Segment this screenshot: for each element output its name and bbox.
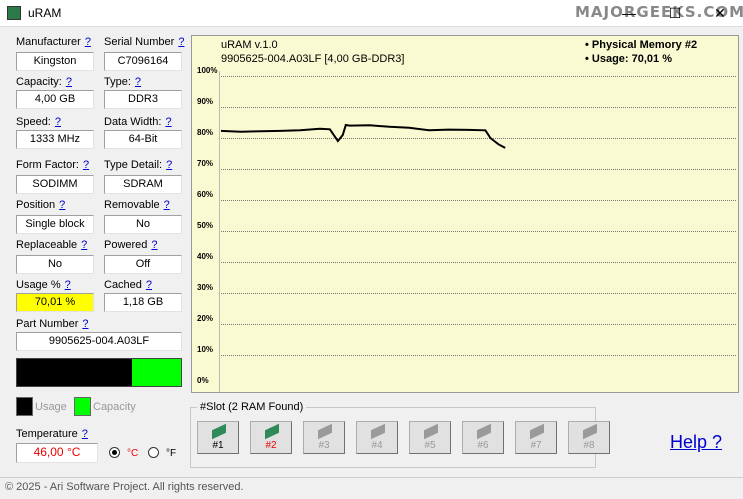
- part-number-label: Part Number?: [16, 318, 89, 330]
- slot-button-2[interactable]: #2: [250, 421, 292, 454]
- usage-legend-swatch: [16, 397, 33, 416]
- app-icon: [7, 6, 21, 20]
- ram-module-icon: [318, 423, 332, 440]
- help-manufacturer[interactable]: ?: [85, 36, 91, 48]
- window-title: uRAM: [28, 6, 62, 20]
- part-number-field: 9905625-004.A03LF: [16, 332, 182, 351]
- close-button[interactable]: ✕: [697, 0, 743, 27]
- capacity-label: Capacity:?: [16, 76, 72, 88]
- help-position[interactable]: ?: [59, 199, 65, 211]
- usage-field: 70,01 %: [16, 293, 94, 312]
- help-capacity[interactable]: ?: [66, 76, 72, 88]
- speed-field: 1333 MHz: [16, 130, 94, 149]
- ram-module-icon: [583, 423, 597, 440]
- maximize-button[interactable]: ☐: [652, 0, 698, 27]
- ram-module-icon: [477, 423, 491, 440]
- help-type-detail[interactable]: ?: [166, 159, 172, 171]
- usage-bar-fill: [17, 359, 132, 386]
- capacity-legend-label: Capacity: [93, 401, 136, 413]
- slot-button-4: #4: [356, 421, 398, 454]
- serial-number-field: C7096164: [104, 52, 182, 71]
- form-factor-label: Form Factor:?: [16, 159, 90, 171]
- cached-label: Cached?: [104, 279, 153, 291]
- help-replaceable[interactable]: ?: [81, 239, 87, 251]
- slot-button-1[interactable]: #1: [197, 421, 239, 454]
- slot-label: #5: [424, 440, 436, 451]
- manufacturer-label: Manufacturer?: [16, 36, 91, 48]
- help-temperature[interactable]: ?: [82, 428, 88, 440]
- help-serial-number[interactable]: ?: [178, 36, 184, 48]
- ram-module-icon: [530, 423, 544, 440]
- slot-button-3: #3: [303, 421, 345, 454]
- removable-field: No: [104, 215, 182, 234]
- help-cached[interactable]: ?: [146, 279, 152, 291]
- help-form-factor[interactable]: ?: [83, 159, 89, 171]
- title-bar: uRAM MAJORGEEKS.COM — ☐ ✕: [0, 0, 743, 27]
- help-powered[interactable]: ?: [151, 239, 157, 251]
- help-link[interactable]: Help ?: [670, 432, 722, 453]
- temperature-field: 46,00 °C: [16, 443, 98, 463]
- slot-label: #6: [477, 440, 489, 451]
- powered-label: Powered?: [104, 239, 158, 251]
- help-usage[interactable]: ?: [65, 279, 71, 291]
- replaceable-label: Replaceable?: [16, 239, 88, 251]
- slot-button-8: #8: [568, 421, 610, 454]
- data-width-field: 64-Bit: [104, 130, 182, 149]
- slot-label: #7: [530, 440, 542, 451]
- serial-number-label: Serial Number?: [104, 36, 185, 48]
- slot-button-6: #6: [462, 421, 504, 454]
- help-type[interactable]: ?: [135, 76, 141, 88]
- usage-bar: [16, 358, 182, 387]
- ram-module-icon: [265, 423, 279, 440]
- help-speed[interactable]: ?: [55, 116, 61, 128]
- footer-divider: [0, 477, 743, 478]
- usage-legend-label: Usage: [35, 401, 67, 413]
- help-part-number[interactable]: ?: [82, 318, 88, 330]
- data-width-label: Data Width:?: [104, 116, 172, 128]
- usage-label: Usage %?: [16, 279, 71, 291]
- type-label: Type:?: [104, 76, 142, 88]
- cached-field: 1,18 GB: [104, 293, 182, 312]
- chart-plot: [220, 123, 506, 149]
- capacity-field: 4,00 GB: [16, 90, 94, 109]
- powered-field: Off: [104, 255, 182, 274]
- slot-button-5: #5: [409, 421, 451, 454]
- removable-label: Removable?: [104, 199, 170, 211]
- help-data-width[interactable]: ?: [165, 116, 171, 128]
- temperature-label: Temperature?: [16, 428, 88, 440]
- capacity-legend-swatch: [74, 397, 91, 416]
- position-field: Single block: [16, 215, 94, 234]
- slot-label: #3: [318, 440, 330, 451]
- footer-copyright: © 2025 - Ari Software Project. All right…: [5, 481, 244, 493]
- slot-label: #1: [212, 440, 224, 451]
- ram-module-icon: [424, 423, 438, 440]
- type-detail-field: SDRAM: [104, 175, 182, 194]
- minimize-button[interactable]: —: [606, 0, 652, 27]
- replaceable-field: No: [16, 255, 94, 274]
- slot-label: #2: [265, 440, 277, 451]
- celsius-label: °C: [127, 448, 139, 459]
- fahrenheit-label: °F: [166, 448, 177, 459]
- type-detail-label: Type Detail:?: [104, 159, 173, 171]
- position-label: Position?: [16, 199, 66, 211]
- type-field: DDR3: [104, 90, 182, 109]
- manufacturer-field: Kingston: [16, 52, 94, 71]
- ram-module-icon: [212, 423, 226, 440]
- usage-series-line: [220, 123, 506, 149]
- celsius-radio[interactable]: [109, 447, 120, 458]
- slot-label: #8: [583, 440, 595, 451]
- help-removable[interactable]: ?: [164, 199, 170, 211]
- slot-button-7: #7: [515, 421, 557, 454]
- ram-module-icon: [371, 423, 385, 440]
- slot-group-title: #Slot (2 RAM Found): [197, 401, 307, 413]
- speed-label: Speed:?: [16, 116, 61, 128]
- slot-label: #4: [371, 440, 383, 451]
- form-factor-field: SODIMM: [16, 175, 94, 194]
- fahrenheit-radio[interactable]: [148, 447, 159, 458]
- usage-chart: uRAM v.1.0 9905625-004.A03LF [4,00 GB-DD…: [191, 35, 739, 393]
